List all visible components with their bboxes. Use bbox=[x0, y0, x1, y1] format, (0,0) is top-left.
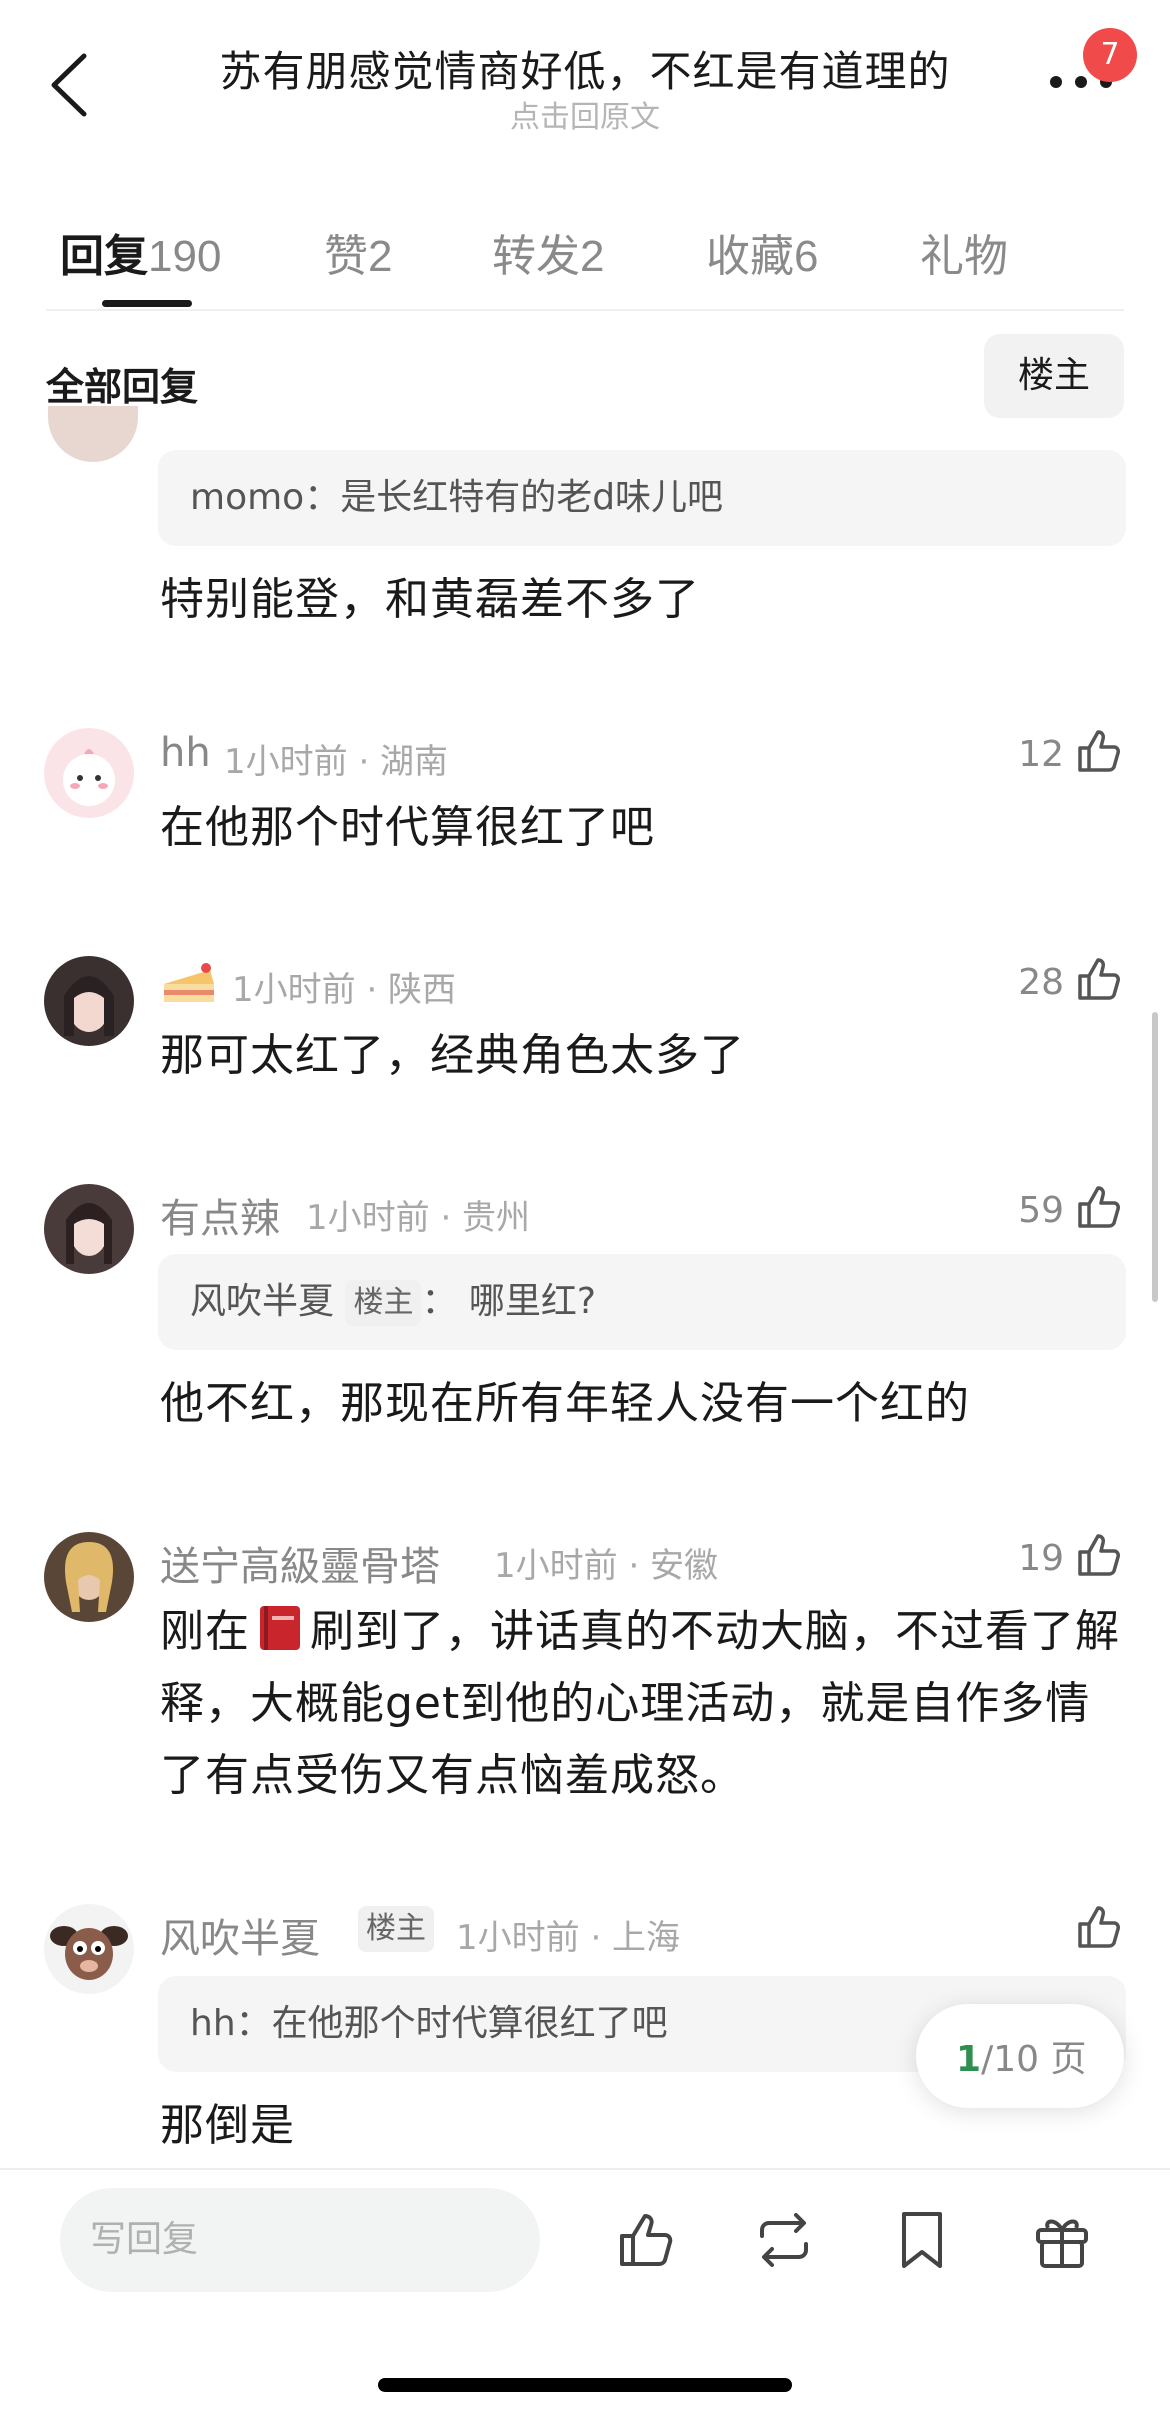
back-to-original-link[interactable]: 点击回原文 bbox=[160, 92, 1010, 136]
tab-label: 回复 bbox=[60, 231, 148, 282]
tab-replies[interactable]: 回复190 bbox=[60, 220, 221, 284]
avatar[interactable] bbox=[44, 1904, 134, 1994]
active-tab-indicator bbox=[102, 300, 192, 307]
tab-label: 礼物 bbox=[920, 231, 1008, 282]
comment-text-part: 刚在 bbox=[160, 1606, 250, 1657]
quoted-reply[interactable]: momo：是长红特有的老d味儿吧 bbox=[158, 450, 1126, 546]
quoted-text: ： 哪里红? bbox=[421, 1281, 597, 1322]
tab-count: 6 bbox=[794, 232, 819, 281]
tab-count: 2 bbox=[368, 232, 393, 281]
current-page: 1 bbox=[956, 2039, 982, 2080]
like-count: 28 bbox=[1018, 962, 1064, 1003]
comment-meta: 1小时前 · 贵州 bbox=[306, 1198, 531, 1238]
avatar[interactable] bbox=[48, 406, 138, 462]
author-filter-button[interactable]: 楼主 bbox=[984, 334, 1124, 418]
avatar[interactable] bbox=[44, 956, 134, 1046]
tabs-divider bbox=[46, 309, 1124, 311]
avatar[interactable] bbox=[44, 1184, 134, 1274]
bookmark-icon[interactable] bbox=[890, 2208, 954, 2272]
comment-meta: 1小时前 · 陕西 bbox=[232, 970, 457, 1010]
comment-meta: 1小时前 · 安徽 bbox=[494, 1546, 719, 1586]
like-count: 59 bbox=[1018, 1190, 1064, 1231]
tab-label: 收藏 bbox=[706, 231, 794, 282]
comment-text: 特别能登，和黄磊差不多了 bbox=[160, 574, 700, 625]
total-pages: /10 页 bbox=[981, 2039, 1087, 2080]
quoted-reply[interactable]: 风吹半夏 楼主： 哪里红? bbox=[158, 1254, 1126, 1350]
thumbs-up-icon[interactable] bbox=[1074, 1182, 1124, 1232]
thumbs-up-icon[interactable] bbox=[1074, 1530, 1124, 1580]
comment-text: 刚在 刷到了，讲话真的不动大脑，不过看了解释，大概能get到他的心理活动，就是自作… bbox=[160, 1596, 1130, 1812]
author-tag-label: 楼主 bbox=[358, 1906, 434, 1952]
author-tag: 楼主 bbox=[358, 1906, 434, 1952]
repost-icon[interactable] bbox=[752, 2208, 816, 2272]
red-book-icon bbox=[260, 1606, 300, 1650]
cake-icon bbox=[164, 963, 214, 1002]
like-count: 12 bbox=[1018, 734, 1064, 775]
like-icon[interactable] bbox=[614, 2208, 678, 2272]
avatar[interactable] bbox=[44, 728, 134, 818]
reply-input[interactable]: 写回复 bbox=[60, 2188, 540, 2292]
comment-text: 他不红，那现在所有年轻人没有一个红的 bbox=[160, 1378, 970, 1429]
tab-gifts[interactable]: 礼物 bbox=[920, 220, 1008, 284]
comment-text: 在他那个时代算很红了吧 bbox=[160, 802, 655, 853]
post-title[interactable]: 苏有朋感觉情商好低，不红是有道理的 bbox=[160, 38, 1010, 99]
bottom-divider bbox=[0, 2168, 1170, 2170]
tab-likes[interactable]: 赞2 bbox=[324, 220, 392, 284]
tab-label: 转发 bbox=[492, 231, 580, 282]
like-count: 19 bbox=[1018, 1538, 1064, 1579]
tab-count: 2 bbox=[580, 232, 605, 281]
thumbs-up-icon[interactable] bbox=[1074, 954, 1124, 1004]
tab-count: 190 bbox=[148, 232, 222, 281]
comment-author[interactable]: 风吹半夏 bbox=[160, 1906, 320, 1964]
gift-icon[interactable] bbox=[1030, 2208, 1094, 2272]
back-arrow-icon[interactable] bbox=[44, 50, 96, 120]
comment-text: 那可太红了，经典角色太多了 bbox=[160, 1030, 745, 1081]
scrollbar[interactable] bbox=[1152, 1012, 1158, 1302]
comment-meta: 1小时前 · 上海 bbox=[456, 1918, 681, 1958]
comment-meta: 1小时前 · 湖南 bbox=[224, 742, 449, 782]
tab-favorites[interactable]: 收藏6 bbox=[706, 220, 818, 284]
page-indicator[interactable]: 1/10 页 bbox=[916, 2004, 1124, 2108]
avatar[interactable] bbox=[44, 1532, 134, 1622]
home-indicator bbox=[378, 2378, 792, 2392]
comment-author[interactable]: hh bbox=[160, 730, 211, 776]
tab-reposts[interactable]: 转发2 bbox=[492, 220, 604, 284]
all-replies-heading: 全部回复 bbox=[46, 365, 199, 409]
quoted-author: 风吹半夏 bbox=[190, 1281, 335, 1322]
comment-author[interactable]: 送宁高級靈骨塔 bbox=[160, 1534, 440, 1592]
tab-label: 赞 bbox=[324, 231, 368, 282]
thumbs-up-icon[interactable] bbox=[1074, 1902, 1124, 1952]
thumbs-up-icon[interactable] bbox=[1074, 726, 1124, 776]
comment-author[interactable]: 有点辣 bbox=[160, 1186, 280, 1244]
author-tag: 楼主 bbox=[345, 1280, 422, 1326]
notification-badge: 7 bbox=[1083, 28, 1137, 82]
